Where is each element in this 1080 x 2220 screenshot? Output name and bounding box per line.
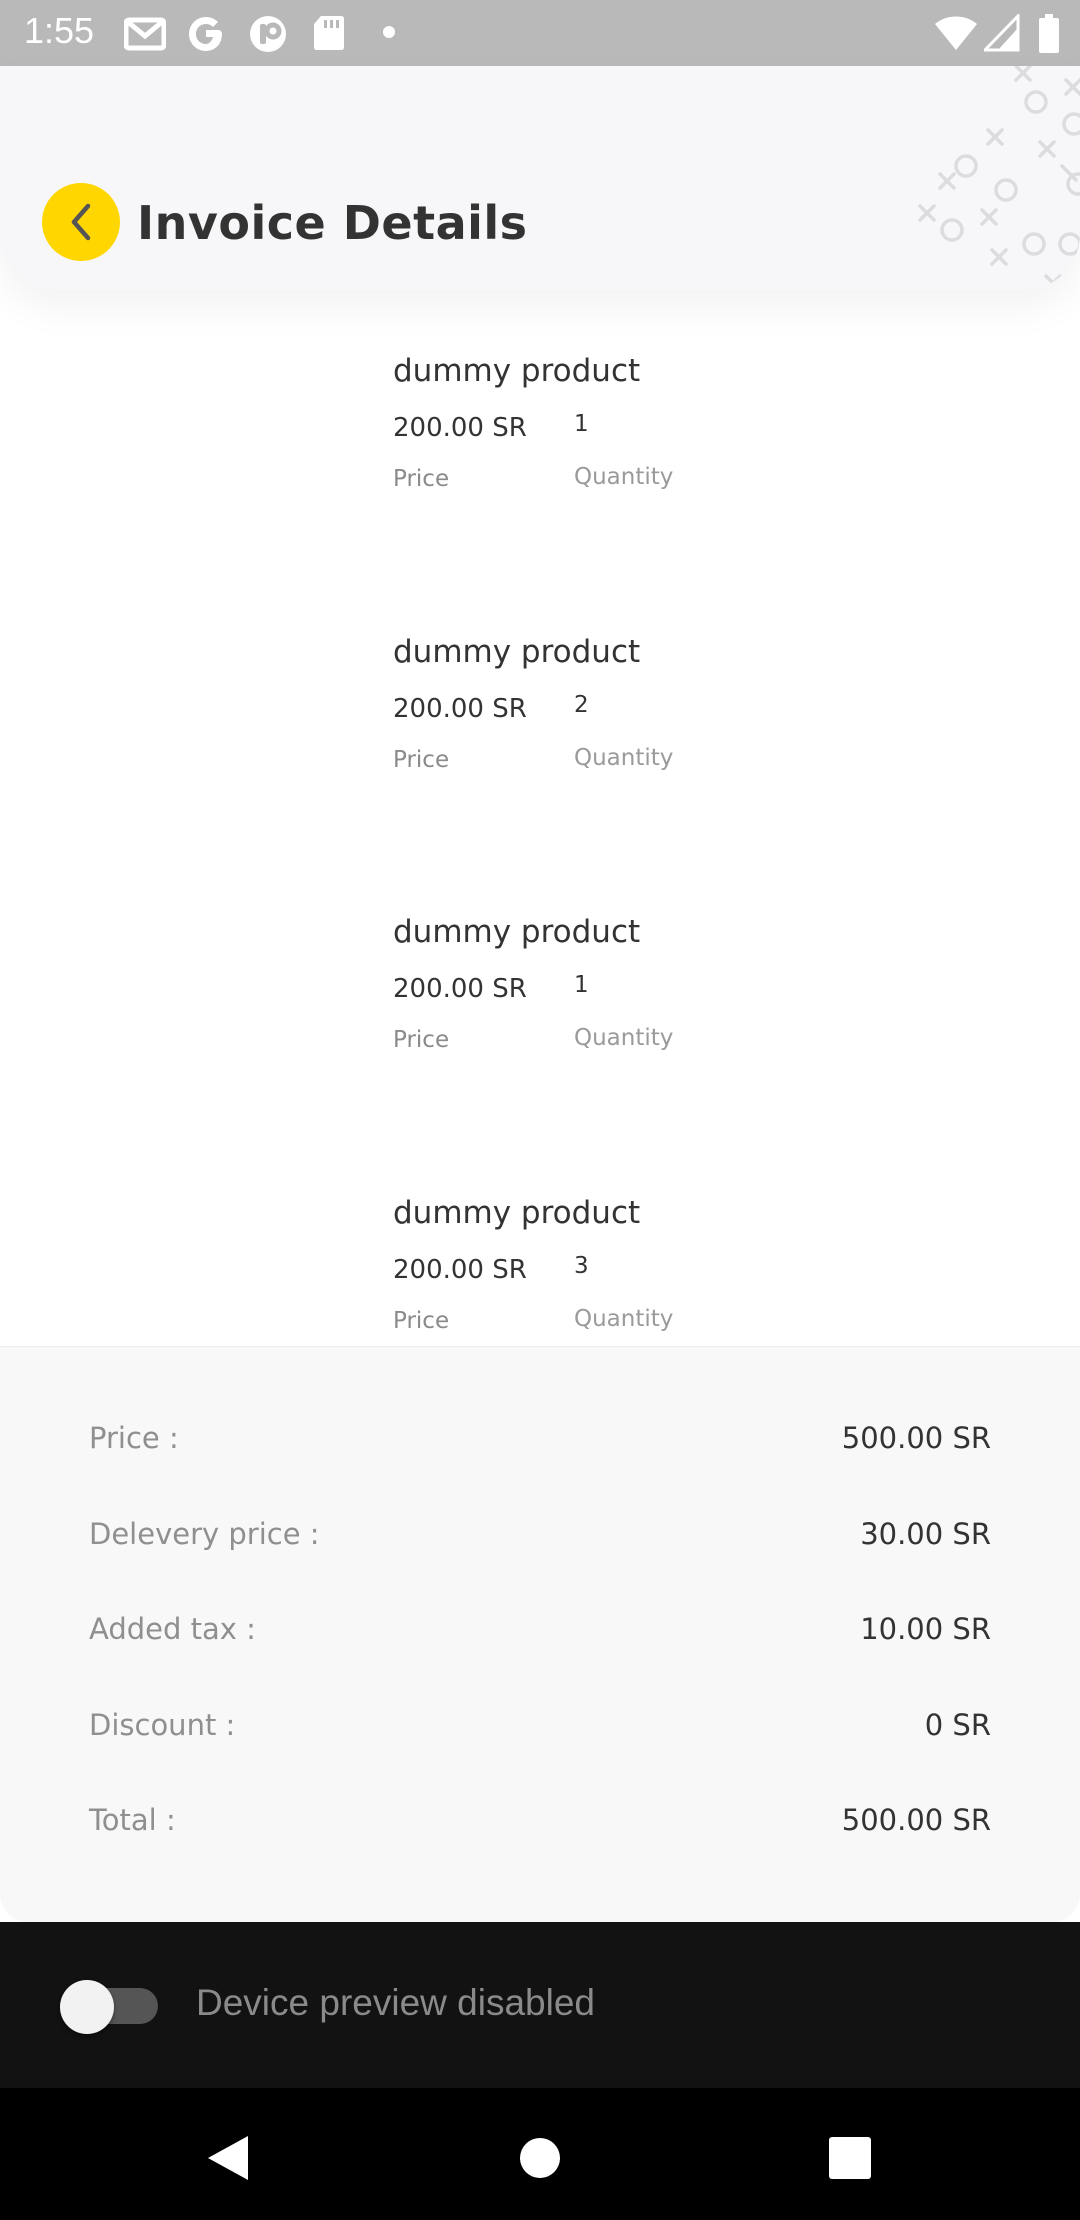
summary-label: Delevery price : bbox=[89, 1517, 320, 1551]
nav-home-button[interactable] bbox=[510, 2128, 570, 2188]
summary-value: 500.00 SR bbox=[841, 1803, 991, 1837]
summary-row-delivery: Delevery price : 30.00 SR bbox=[89, 1517, 991, 1567]
product-quantity: 3 bbox=[574, 1253, 589, 1279]
toggle-knob[interactable] bbox=[60, 1980, 114, 2034]
product-quantity: 1 bbox=[574, 411, 589, 437]
price-label: Price bbox=[393, 1027, 450, 1053]
system-nav-bar bbox=[0, 2088, 1080, 2220]
app-icon bbox=[248, 14, 288, 52]
quantity-label: Quantity bbox=[574, 745, 674, 771]
summary-value: 10.00 SR bbox=[860, 1612, 991, 1646]
product-price: 200.00 SR bbox=[393, 413, 527, 443]
status-bar: 1:55 bbox=[0, 0, 1080, 66]
product-name: dummy product bbox=[393, 634, 641, 670]
device-preview-label: Device preview disabled bbox=[196, 1982, 595, 2023]
decorative-pattern bbox=[918, 66, 1080, 290]
product-quantity: 2 bbox=[574, 692, 589, 718]
page-title: Invoice Details bbox=[137, 196, 528, 250]
price-label: Price bbox=[393, 1308, 450, 1334]
summary-label: Price : bbox=[89, 1421, 179, 1455]
device-preview-bar: Device preview disabled bbox=[0, 1922, 1080, 2088]
nav-recents-button[interactable] bbox=[820, 2128, 880, 2188]
sd-card-icon bbox=[313, 14, 345, 52]
product-price: 200.00 SR bbox=[393, 694, 527, 724]
summary-row-discount: Discount : 0 SR bbox=[89, 1708, 991, 1758]
summary-row-tax: Added tax : 10.00 SR bbox=[89, 1612, 991, 1662]
quantity-label: Quantity bbox=[574, 1306, 674, 1332]
product-item: dummy product 200.00 SR 1 Price Quantity bbox=[393, 353, 793, 513]
screen: 1:55 Invoice Details dummy product 200.0… bbox=[0, 0, 1080, 2220]
recents-square-icon bbox=[829, 2137, 871, 2179]
product-price: 200.00 SR bbox=[393, 1255, 527, 1285]
product-name: dummy product bbox=[393, 353, 641, 389]
gmail-icon bbox=[124, 14, 166, 52]
product-quantity: 1 bbox=[574, 972, 589, 998]
product-price: 200.00 SR bbox=[393, 974, 527, 1004]
summary-row-total: Total : 500.00 SR bbox=[89, 1803, 991, 1853]
battery-icon bbox=[1038, 14, 1060, 53]
price-label: Price bbox=[393, 747, 450, 773]
price-label: Price bbox=[393, 466, 450, 492]
product-item: dummy product 200.00 SR 3 Price Quantity bbox=[393, 1195, 793, 1355]
summary-value: 30.00 SR bbox=[860, 1517, 991, 1551]
back-button[interactable] bbox=[42, 183, 120, 261]
product-item: dummy product 200.00 SR 1 Price Quantity bbox=[393, 914, 793, 1074]
wifi-icon bbox=[934, 14, 978, 52]
app-header: Invoice Details bbox=[0, 66, 1080, 290]
home-circle-icon bbox=[520, 2138, 560, 2178]
summary-row-price: Price : 500.00 SR bbox=[89, 1421, 991, 1471]
summary-value: 500.00 SR bbox=[841, 1421, 991, 1455]
status-time: 1:55 bbox=[24, 10, 95, 51]
quantity-label: Quantity bbox=[574, 464, 674, 490]
product-name: dummy product bbox=[393, 1195, 641, 1231]
summary-label: Discount : bbox=[89, 1708, 236, 1742]
quantity-label: Quantity bbox=[574, 1025, 674, 1051]
chevron-left-icon bbox=[71, 203, 91, 241]
product-item: dummy product 200.00 SR 2 Price Quantity bbox=[393, 634, 793, 794]
invoice-summary: Price : 500.00 SR Delevery price : 30.00… bbox=[0, 1346, 1080, 1922]
google-icon bbox=[186, 14, 226, 52]
back-triangle-icon bbox=[208, 2136, 248, 2180]
product-name: dummy product bbox=[393, 914, 641, 950]
summary-label: Added tax : bbox=[89, 1612, 256, 1646]
nav-back-button[interactable] bbox=[200, 2128, 260, 2188]
signal-icon bbox=[984, 14, 1020, 52]
summary-value: 0 SR bbox=[924, 1708, 991, 1742]
dot-icon bbox=[383, 26, 395, 64]
summary-label: Total : bbox=[89, 1803, 176, 1837]
